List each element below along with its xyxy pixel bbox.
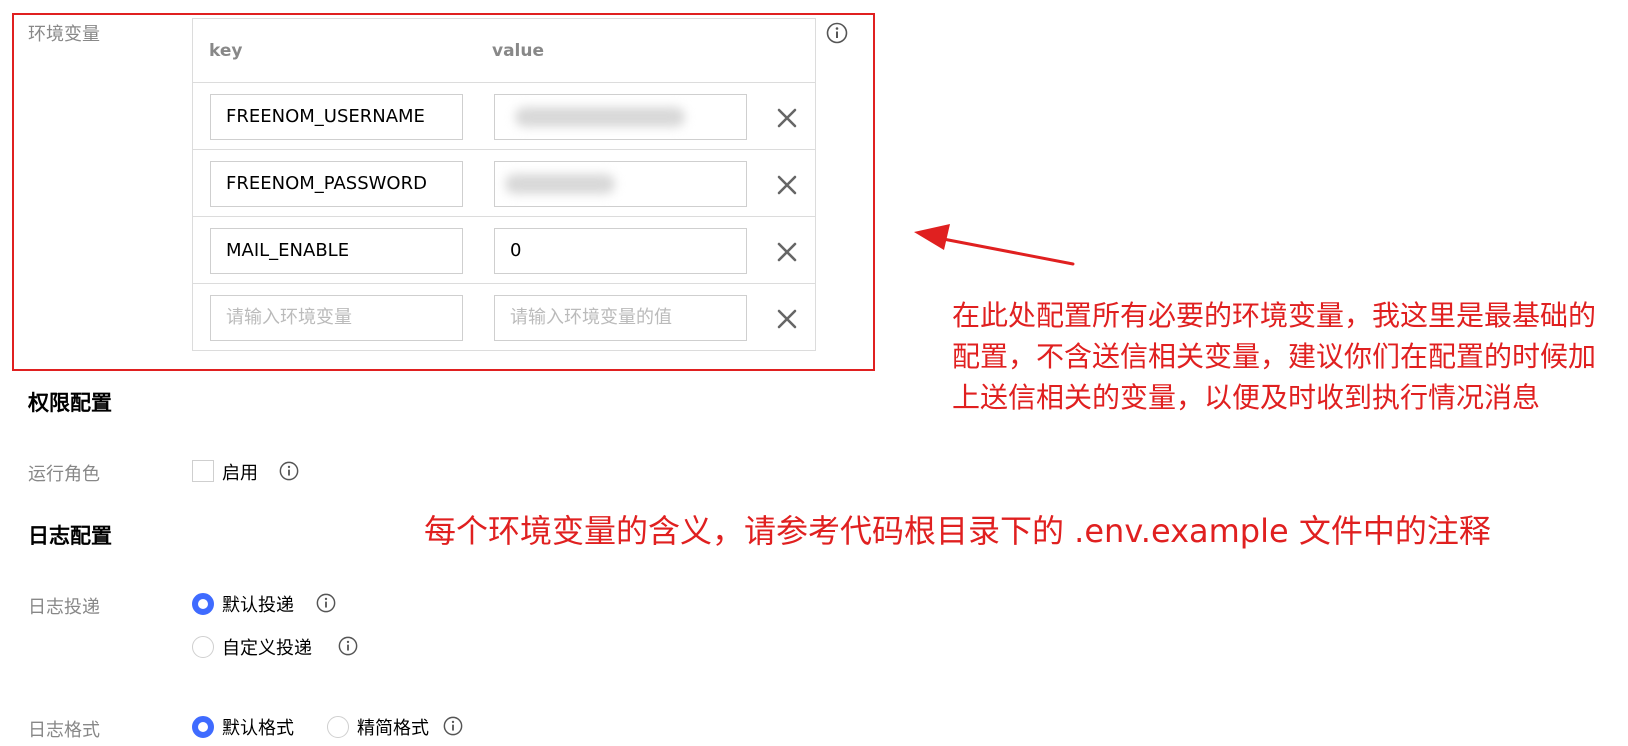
permission-section-title: 权限配置 — [28, 391, 112, 415]
enable-role-label: 启用 — [222, 463, 258, 484]
enable-role-checkbox[interactable] — [192, 460, 214, 482]
custom-delivery-label: 自定义投递 — [222, 638, 312, 659]
info-icon[interactable] — [338, 636, 358, 656]
info-icon[interactable] — [443, 716, 463, 736]
default-format-label: 默认格式 — [222, 718, 294, 739]
custom-delivery-radio[interactable] — [192, 636, 214, 658]
arrow-icon — [914, 224, 1075, 266]
compact-format-radio[interactable] — [327, 716, 349, 738]
compact-format-label: 精简格式 — [357, 718, 429, 739]
info-icon[interactable] — [279, 461, 299, 481]
log-delivery-label: 日志投递 — [28, 597, 100, 618]
info-icon[interactable] — [316, 593, 336, 613]
run-role-label: 运行角色 — [28, 464, 100, 485]
default-delivery-label: 默认投递 — [222, 595, 294, 616]
annotation-env-example: 每个环境变量的含义，请参考代码根目录下的 .env.example 文件中的注释 — [424, 512, 1491, 550]
default-format-radio[interactable] — [192, 716, 214, 738]
log-format-label: 日志格式 — [28, 720, 100, 741]
annotation-note: 在此处配置所有必要的环境变量，我这里是最基础的配置，不含送信相关变量，建议你们在… — [952, 299, 1597, 414]
default-delivery-radio[interactable] — [192, 593, 214, 615]
highlight-box — [12, 13, 875, 371]
log-section-title: 日志配置 — [28, 524, 112, 548]
